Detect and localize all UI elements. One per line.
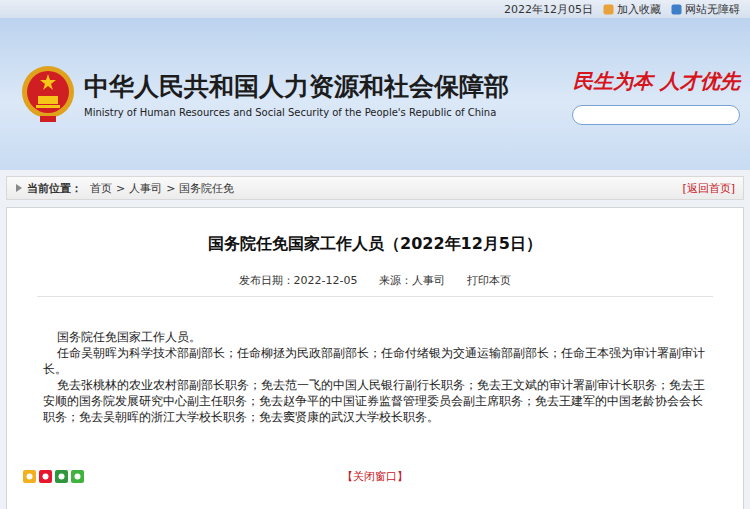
wechat-share-icon[interactable] (71, 470, 84, 483)
search-input[interactable] (572, 105, 740, 125)
top-link[interactable]: 加入收藏 (603, 2, 661, 17)
breadcrumb-bar: 当前位置： 首页 > 人事司 > 国务院任免 [返回首页] (6, 176, 744, 200)
accessibility-icon (671, 4, 682, 15)
breadcrumb-item[interactable]: 国务院任免 (179, 181, 234, 196)
slogan: 民生为本 人才优先 (573, 68, 740, 95)
title-en: Ministry of Human Resources and Social S… (84, 107, 509, 118)
paragraph: 任命吴朝晖为科学技术部副部长；任命柳拯为民政部副部长；任命付绪银为交通运输部副部… (43, 345, 713, 377)
breadcrumb-label: 当前位置： (27, 181, 82, 196)
page: 2022年12月05日加入收藏网站无障碍中华人民共和国人力资源和社会保障部 Min… (0, 0, 750, 509)
back-home-link[interactable]: [返回首页] (682, 181, 735, 196)
article-panel: 国务院任免国家工作人员（2022年12月5日） 发布日期：2022-12-05 来源… (6, 207, 744, 509)
douban-share-icon[interactable] (55, 470, 68, 483)
top-bar: 2022年12月05日加入收藏网站无障碍 (0, 0, 750, 18)
meta-item: 发布日期：2022-12-05 (239, 273, 358, 288)
top-link[interactable]: 网站无障碍 (671, 2, 740, 17)
site-title: 中华人民共和国人力资源和社会保障部 Ministry of Human Resou… (84, 70, 509, 118)
paragraph: 国务院任免国家工作人员。 (43, 329, 713, 345)
weibo-share-icon[interactable] (39, 470, 52, 483)
meta-item: 来源：人事司 (379, 273, 445, 288)
title-cn: 中华人民共和国人力资源和社会保障部 (84, 70, 509, 103)
article-footer: 【关闭窗口】 (37, 470, 713, 483)
print-link[interactable]: 打印本页 (467, 273, 511, 288)
breadcrumb-item[interactable]: 人事司 (129, 181, 162, 196)
breadcrumb-item[interactable]: 首页 (90, 181, 112, 196)
breadcrumb-separator: > (116, 182, 125, 195)
share-icons (23, 470, 84, 483)
qzone-share-icon[interactable] (23, 470, 36, 483)
site-header: 中华人民共和国人力资源和社会保障部 Ministry of Human Resou… (0, 18, 750, 170)
article-body: 国务院任免国家工作人员。任命吴朝晖为科学技术部副部长；任命柳拯为民政部副部长；任… (37, 297, 713, 425)
bookmark-icon (603, 4, 614, 15)
date: 2022年12月05日 (504, 2, 593, 17)
close-window-link[interactable]: 【关闭窗口】 (342, 469, 408, 484)
article-meta: 发布日期：2022-12-05 来源：人事司 打印本页 (37, 255, 713, 297)
paragraph: 免去张桃林的农业农村部副部长职务；免去范一飞的中国人民银行副行长职务；免去王文斌… (43, 377, 713, 425)
arrow-icon (15, 184, 23, 192)
article-title: 国务院任免国家工作人员（2022年12月5日） (37, 234, 713, 255)
national-emblem-icon (20, 64, 76, 124)
breadcrumb-separator: > (166, 182, 175, 195)
